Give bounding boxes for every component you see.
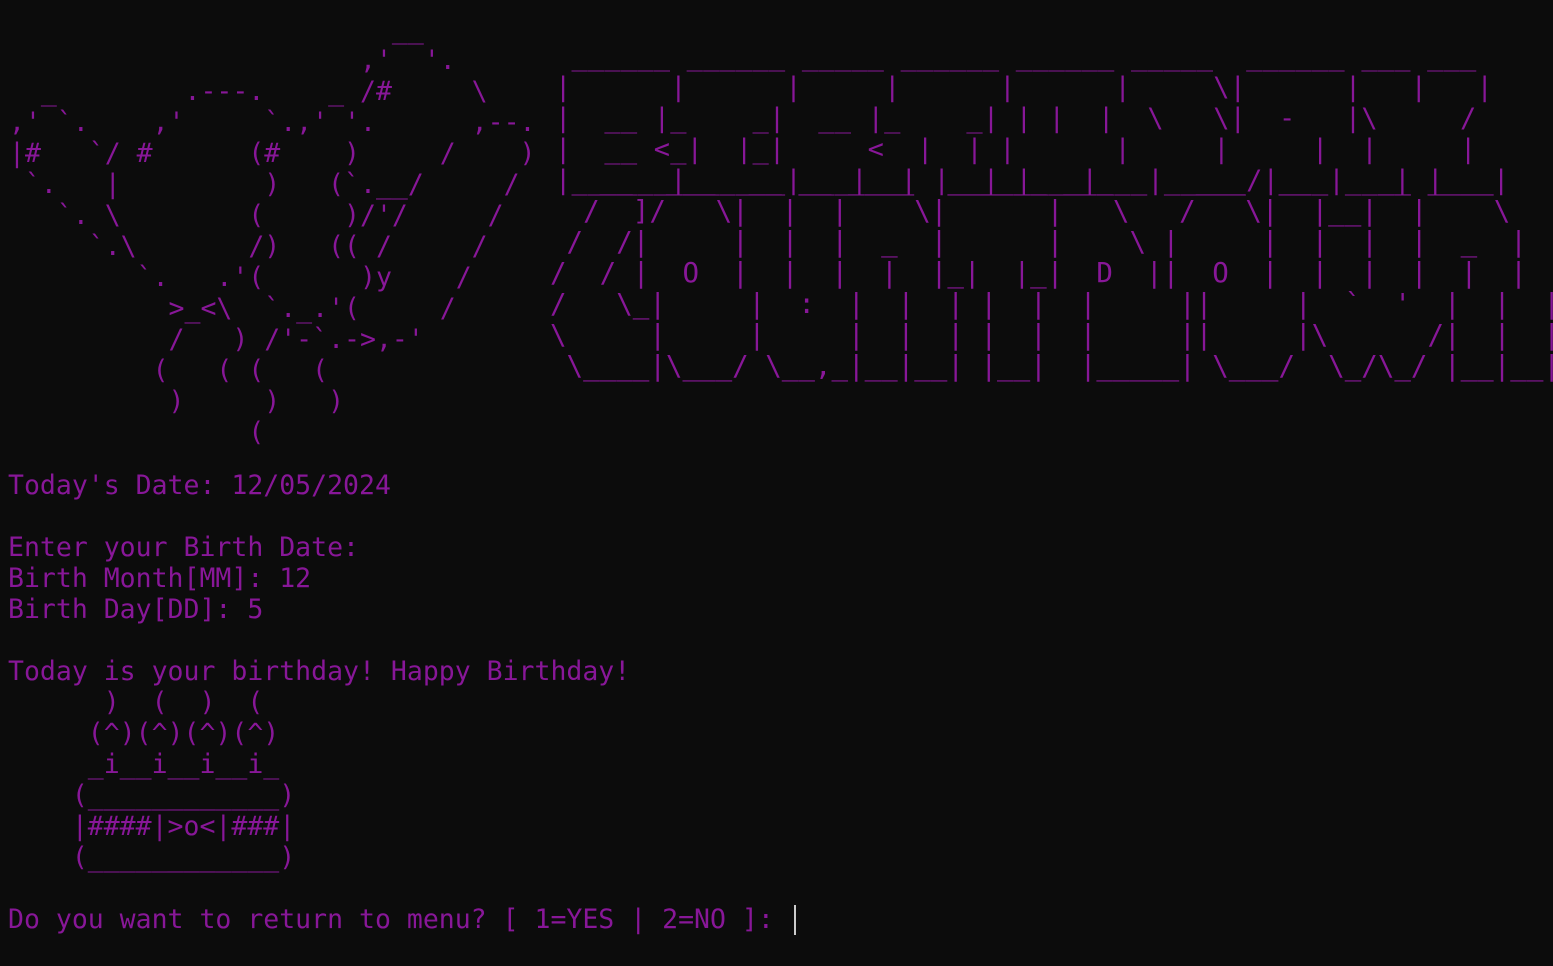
birth-day-line: Birth Day[DD]: 5 [8,594,264,625]
menu-prompt-text: Do you want to return to menu? [ 1=YES |… [8,904,790,935]
cake-ascii-art: ) ( ) ( (^)(^)(^)(^) _i__i__i__i_ (_____… [71,687,296,873]
terminal-window[interactable]: __ ,' '. _ .---. _ /# \ ,' `. ,' `.,' '.… [0,0,1553,966]
todays-date-line: Today's Date: 12/05/2024 [8,470,391,501]
menu-prompt-line[interactable]: Do you want to return to menu? [ 1=YES |… [8,904,796,935]
birthday-message-line: Today is your birthday! Happy Birthday! [8,656,631,687]
birth-month-line: Birth Month[MM]: 12 [8,563,312,594]
blank-line [8,501,796,532]
text-cursor[interactable] [793,905,796,935]
console-output: Today's Date: 12/05/2024 Enter your Birt… [8,470,796,935]
balloons-ascii-art: __ ,' '. _ .---. _ /# \ ,' `. ,' `.,' '.… [9,14,536,448]
blank-line [8,873,796,904]
countdown-title-ascii-art: __ ___ __ __ ____ ______ ___ ___ __ __ _… [550,164,1553,382]
blank-line [8,625,796,656]
enter-birth-date-line: Enter your Birth Date: [8,532,359,563]
